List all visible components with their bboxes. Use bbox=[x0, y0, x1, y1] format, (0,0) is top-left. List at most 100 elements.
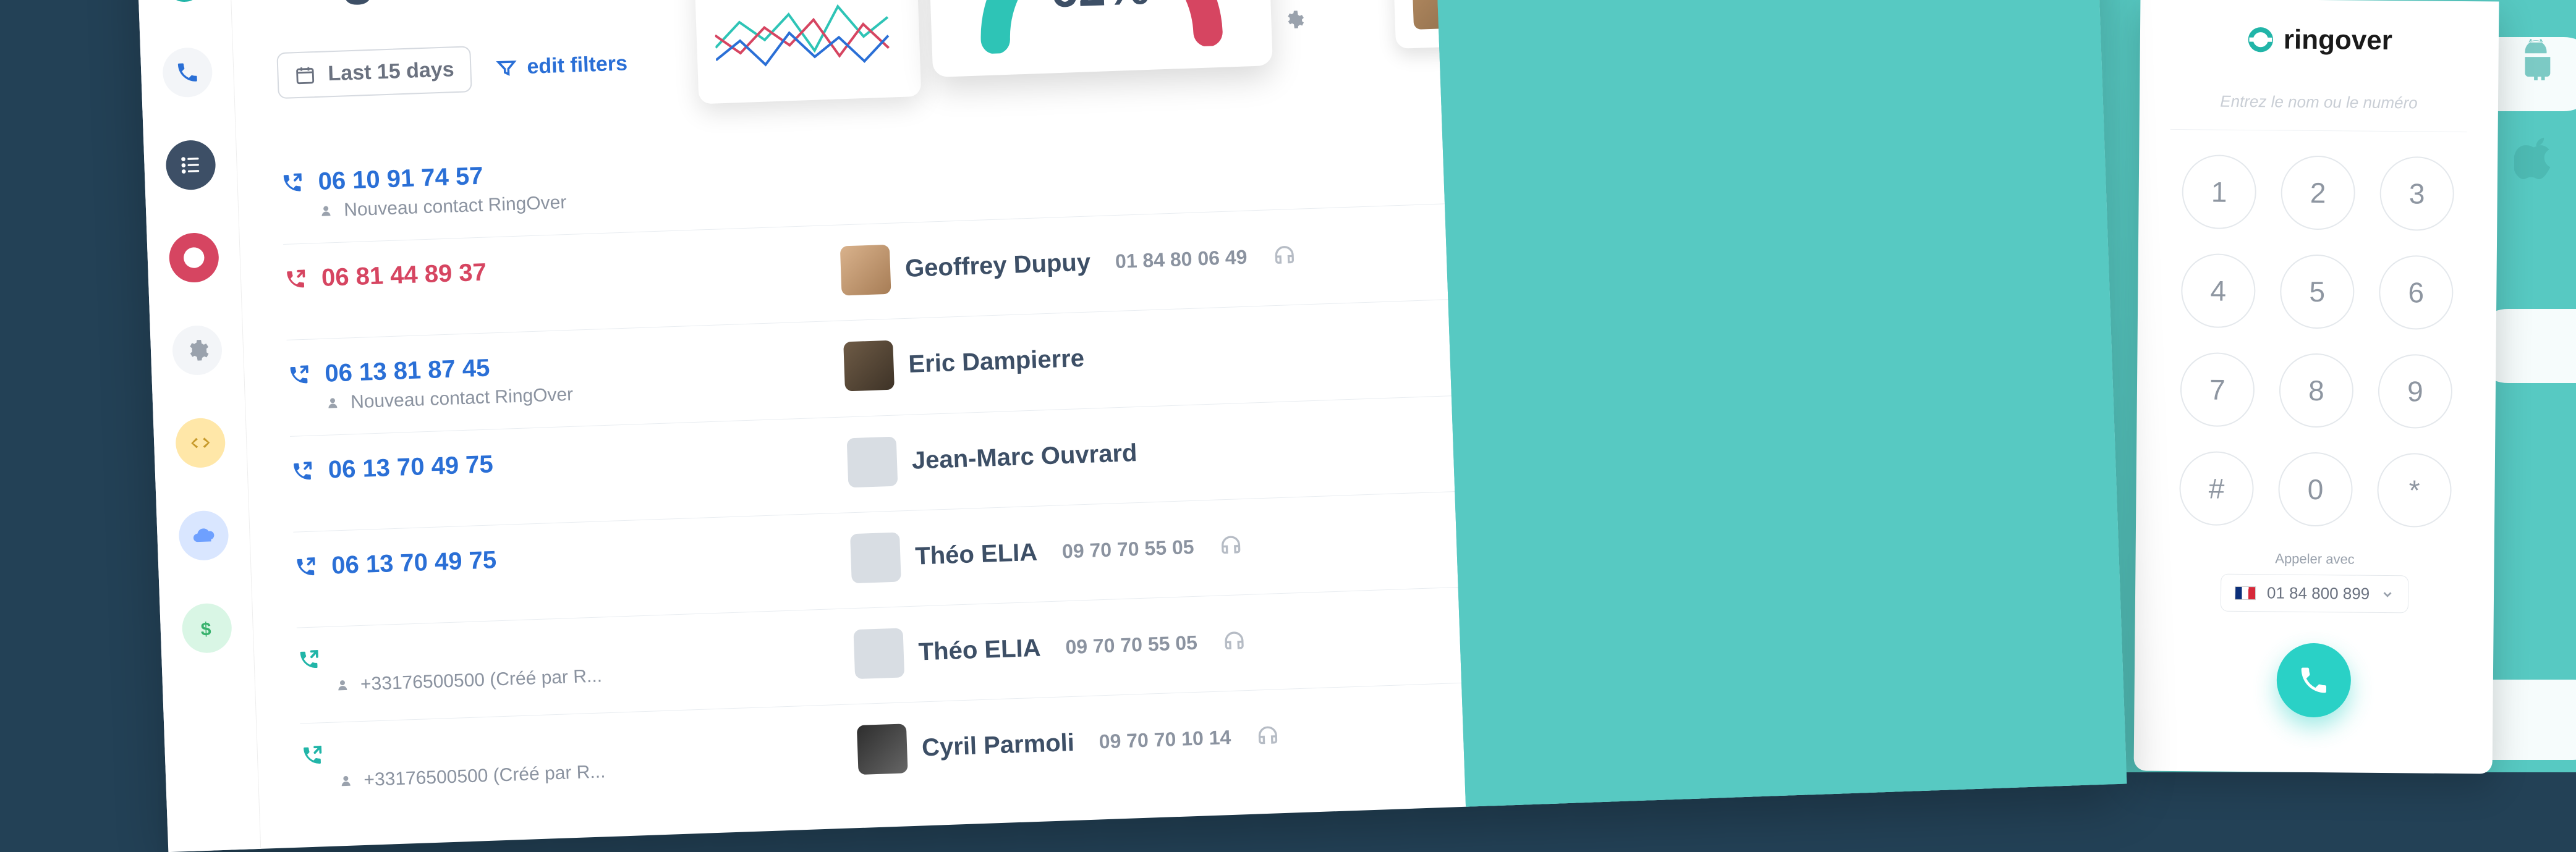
avatar bbox=[843, 340, 895, 392]
call-in-icon bbox=[297, 648, 320, 671]
avatar bbox=[840, 245, 891, 296]
ringover-mark-icon bbox=[162, 0, 206, 6]
log-sub-label: Nouveau contact RingOver bbox=[351, 384, 574, 413]
headset-icon bbox=[1218, 531, 1244, 557]
selected-number: 01 84 800 899 bbox=[2267, 583, 2370, 603]
dialer-search-input[interactable]: Entrez le nom ou le numéro bbox=[2170, 73, 2468, 132]
date-range-chip[interactable]: Last 15 days bbox=[276, 46, 472, 99]
log-number-col: 06 13 70 49 75 bbox=[294, 534, 851, 581]
user-add-icon bbox=[337, 678, 352, 693]
call-out-icon bbox=[281, 171, 304, 194]
svg-text:$: $ bbox=[200, 619, 211, 640]
key-0[interactable]: 0 bbox=[2278, 452, 2353, 526]
headset-icon bbox=[1222, 627, 1247, 652]
log-number-col: 06 13 81 87 45 Nouveau contact RingOver bbox=[287, 342, 845, 415]
logs-list: 06 10 91 74 57 Nouveau contact RingOver … bbox=[280, 86, 2083, 819]
dialer-keypad: 1 2 3 4 5 6 7 8 9 # 0 * bbox=[2179, 154, 2454, 528]
log-number-col: 06 13 70 49 75 bbox=[291, 438, 848, 485]
key-4[interactable]: 4 bbox=[2181, 253, 2256, 328]
avatar bbox=[847, 437, 898, 488]
call-missed-icon bbox=[284, 268, 307, 290]
contact-number: 09 70 70 55 05 bbox=[1065, 631, 1198, 658]
chevron-down-icon bbox=[2381, 587, 2394, 601]
log-contact-col: Cyril Parmoli 09 70 70 10 14 bbox=[857, 704, 1476, 775]
avatar bbox=[850, 532, 901, 583]
call-in-icon bbox=[300, 744, 323, 767]
key-star[interactable]: * bbox=[2377, 453, 2452, 528]
sidebar-item-cloud[interactable] bbox=[178, 510, 229, 561]
log-contact-col: Théo ELIA 09 70 70 55 05 bbox=[853, 608, 1473, 679]
key-hash[interactable]: # bbox=[2179, 451, 2254, 526]
log-phone-number: 06 13 81 87 45 bbox=[325, 354, 490, 387]
sidebar-item-dialer[interactable] bbox=[161, 47, 213, 98]
brand-logo: ringover bbox=[2247, 24, 2392, 56]
ringover-mark-icon bbox=[2247, 25, 2275, 54]
avatar bbox=[853, 628, 904, 679]
brand-name: ringover bbox=[2284, 25, 2392, 57]
user-add-icon bbox=[320, 203, 336, 219]
log-number-col: 01 76 50 05 00 +33176500500 (Créé par R.… bbox=[300, 725, 858, 793]
log-phone-number: 06 81 44 89 37 bbox=[321, 259, 487, 292]
dashboard: $ Logs 8 calls 62% 5 calls bbox=[136, 0, 2127, 852]
key-6[interactable]: 6 bbox=[2379, 255, 2454, 330]
log-number-col: 06 81 44 89 37 bbox=[284, 247, 841, 293]
calendar-icon bbox=[294, 64, 316, 86]
sidebar-item-settings[interactable] bbox=[171, 325, 223, 376]
filter-icon bbox=[496, 57, 517, 78]
apple-icon bbox=[2514, 136, 2557, 182]
user-add-icon bbox=[340, 773, 355, 788]
outgoing-number-select[interactable]: 01 84 800 899 bbox=[2221, 574, 2409, 614]
avatar bbox=[857, 723, 908, 775]
contact-number: 09 70 70 55 05 bbox=[1061, 535, 1194, 562]
log-sub-label: +33176500500 (Créé par R... bbox=[363, 761, 606, 791]
edit-filters-link[interactable]: edit filters bbox=[496, 51, 628, 80]
log-contact-col: Théo ELIA 09 70 70 55 05 bbox=[850, 512, 1469, 583]
key-7[interactable]: 7 bbox=[2180, 352, 2255, 427]
dialer-panel: ringover Entrez le nom ou le numéro 1 2 … bbox=[2134, 0, 2499, 774]
log-number-col: 06 10 91 74 57 Nouveau contact RingOver bbox=[281, 150, 838, 223]
gauge-settings-icon[interactable] bbox=[1283, 9, 1305, 33]
phone-icon bbox=[2297, 664, 2331, 697]
sidebar-item-logs[interactable] bbox=[165, 140, 216, 191]
log-contact-col: Jean-Marc Ouvrard bbox=[847, 416, 1466, 487]
call-with: Appeler avec 01 84 800 899 bbox=[2221, 550, 2409, 614]
sparkline-card bbox=[694, 0, 921, 104]
log-phone-number: 06 13 70 49 75 bbox=[331, 546, 497, 580]
contact-name: Théo ELIA bbox=[915, 538, 1038, 570]
edit-filters-label: edit filters bbox=[527, 51, 628, 79]
sidebar-item-stats[interactable] bbox=[168, 232, 219, 284]
flag-fr-icon bbox=[2235, 586, 2256, 599]
call-out-icon bbox=[294, 555, 317, 578]
user-add-icon bbox=[327, 395, 342, 411]
log-phone-number: 01 76 50 05 00 bbox=[1434, 0, 2127, 807]
log-contact-col: Eric Dampierre bbox=[843, 321, 1463, 392]
key-5[interactable]: 5 bbox=[2280, 254, 2355, 329]
call-with-label: Appeler avec bbox=[2221, 550, 2408, 568]
sidebar-item-dev[interactable] bbox=[174, 418, 226, 469]
headset-icon bbox=[1255, 722, 1280, 747]
sidebar-item-billing[interactable]: $ bbox=[181, 602, 232, 654]
call-out-icon bbox=[291, 460, 313, 483]
contact-name: Cyril Parmoli bbox=[921, 728, 1074, 762]
key-1[interactable]: 1 bbox=[2182, 154, 2256, 229]
date-range-label: Last 15 days bbox=[328, 57, 454, 86]
log-phone-number: 06 10 91 74 57 bbox=[318, 162, 483, 196]
log-contact-col: Geoffrey Dupuy 01 84 80 06 49 bbox=[840, 225, 1460, 296]
gauge-card: 62% bbox=[926, 0, 1273, 77]
log-number-col: 01 76 50 05 00 +33176500500 (Créé par R.… bbox=[297, 630, 855, 697]
android-icon bbox=[2514, 37, 2557, 83]
call-out-icon bbox=[287, 363, 310, 386]
call-button[interactable] bbox=[2276, 643, 2351, 717]
log-sub-label: +33176500500 (Créé par R... bbox=[360, 665, 602, 695]
headset-icon bbox=[1272, 241, 1297, 266]
log-phone-number: 06 13 70 49 75 bbox=[328, 450, 493, 484]
main-content: Logs 8 calls 62% 5 calls bbox=[229, 0, 2127, 849]
key-3[interactable]: 3 bbox=[2379, 156, 2454, 231]
contact-name: Eric Dampierre bbox=[908, 344, 1085, 378]
contact-number: 09 70 70 10 14 bbox=[1099, 725, 1231, 753]
key-2[interactable]: 2 bbox=[2281, 155, 2355, 230]
contact-name: Geoffrey Dupuy bbox=[904, 248, 1090, 282]
key-9[interactable]: 9 bbox=[2378, 354, 2452, 429]
key-8[interactable]: 8 bbox=[2279, 353, 2353, 428]
log-sub-label: Nouveau contact RingOver bbox=[344, 192, 567, 221]
